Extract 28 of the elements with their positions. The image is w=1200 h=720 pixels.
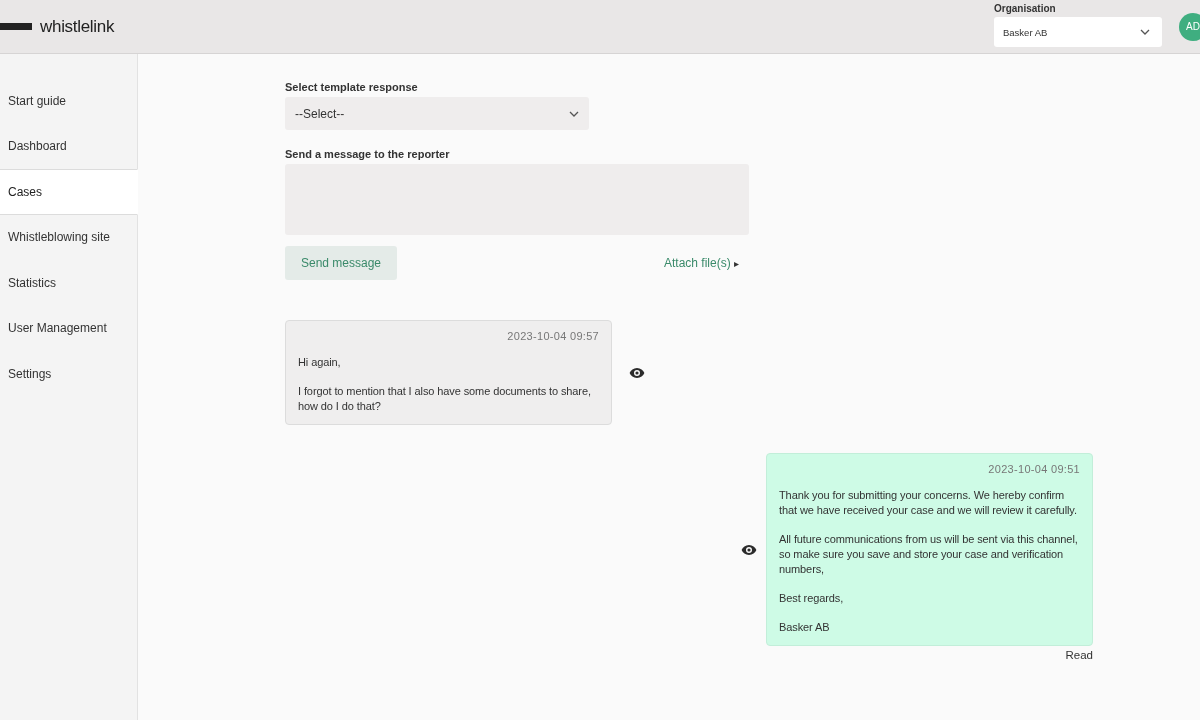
sidebar-item[interactable]: Whistleblowing site [0, 214, 138, 260]
message-time: 2023-10-04 09:51 [988, 462, 1080, 477]
message-time: 2023-10-04 09:57 [507, 329, 599, 344]
chevron-down-icon [1140, 29, 1150, 35]
message-text: Hi again, [298, 355, 342, 370]
organisation-label: Organisation [994, 3, 1057, 14]
read-status: Read [1065, 649, 1093, 661]
sidebar-item[interactable]: Start guide [0, 78, 138, 124]
eye-icon[interactable] [629, 366, 645, 379]
message-label: Send a message to the reporter [285, 148, 450, 160]
chevron-down-icon [569, 110, 579, 117]
send-message-button[interactable]: Send message [285, 246, 397, 280]
sidebar-item[interactable]: Settings [0, 351, 138, 397]
message-text: I forgot to mention that I also have some documents to share, how do I do that? [298, 384, 592, 414]
message-text: Best regards, [779, 591, 845, 606]
sidebar-item[interactable]: Cases [0, 169, 138, 215]
organisation-select[interactable]: Basker AB [994, 17, 1162, 47]
template-label: Select template response [285, 81, 418, 93]
eye-icon[interactable] [741, 543, 757, 556]
message-text: Basker AB [779, 620, 831, 635]
sidebar-item[interactable]: User Management [0, 305, 138, 351]
attach-files-link[interactable]: Attach file(s) ▸ [663, 256, 749, 270]
sidebar-item[interactable]: Statistics [0, 260, 138, 306]
message-text: Thank you for submitting your concerns. We hereby confirm that we have received your case and we will review it carefully. [779, 488, 1078, 518]
template-select[interactable]: --Select-- [285, 97, 589, 130]
logo-bar-icon [0, 23, 32, 30]
message-text: All future communications from us will be sent via this channel, so make sure you save and store your case and verification numbers, [779, 532, 1079, 577]
brand-name: whistlelink [40, 16, 115, 37]
